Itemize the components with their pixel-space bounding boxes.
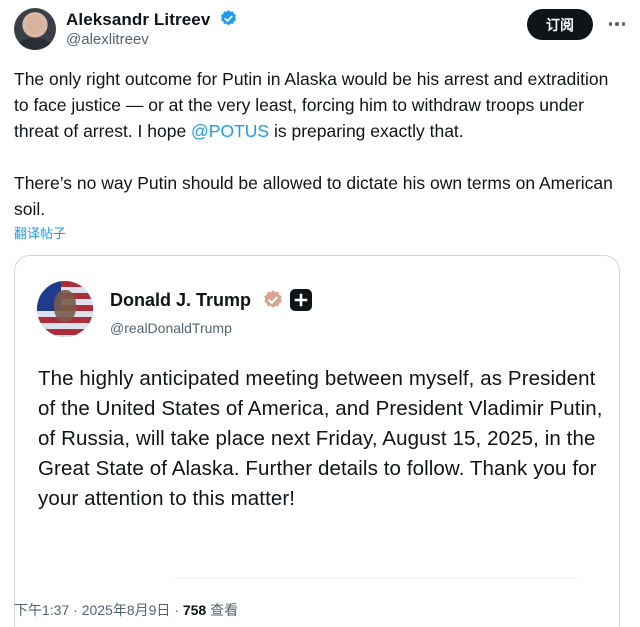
tweet-meta: 下午1:37 · 2025年8月9日 · 758 查看 bbox=[14, 600, 238, 620]
tweet-text: The only right outcome for Putin in Alas… bbox=[14, 66, 626, 222]
quote-author-name-row[interactable]: Donald J. Trump bbox=[110, 289, 313, 311]
author-avatar[interactable] bbox=[14, 8, 56, 50]
tweet-timestamp[interactable]: 下午1:37 · 2025年8月9日 · bbox=[14, 602, 183, 618]
quote-text: The highly anticipated meeting between m… bbox=[38, 367, 603, 510]
translate-post-link[interactable]: 翻译帖子 bbox=[14, 223, 66, 242]
views-label: 查看 bbox=[206, 602, 239, 618]
gold-verified-badge-icon bbox=[264, 290, 282, 308]
plus-icon bbox=[290, 289, 313, 311]
author-name[interactable]: Aleksandr Litreev bbox=[66, 10, 210, 29]
divider bbox=[175, 578, 579, 579]
subscribe-button[interactable]: 订阅 bbox=[527, 9, 593, 40]
verified-badge-icon bbox=[219, 9, 238, 33]
more-icon[interactable] bbox=[606, 17, 628, 31]
avatar-head bbox=[27, 14, 43, 34]
author-handle[interactable]: @alexlitreev bbox=[66, 31, 149, 48]
author-name-row[interactable]: Aleksandr Litreev bbox=[66, 9, 238, 33]
quote-author-handle[interactable]: @realDonaldTrump bbox=[110, 320, 232, 336]
avatar-shirt bbox=[18, 38, 52, 50]
quoted-tweet-card[interactable]: Donald J. Trump @realDonaldTrump The hig… bbox=[14, 255, 620, 627]
view-count: 758 bbox=[182, 602, 207, 618]
mention-link[interactable]: @POTUS bbox=[191, 121, 269, 141]
quote-author-avatar[interactable] bbox=[37, 281, 93, 337]
quote-author-name[interactable]: Donald J. Trump bbox=[110, 290, 251, 310]
